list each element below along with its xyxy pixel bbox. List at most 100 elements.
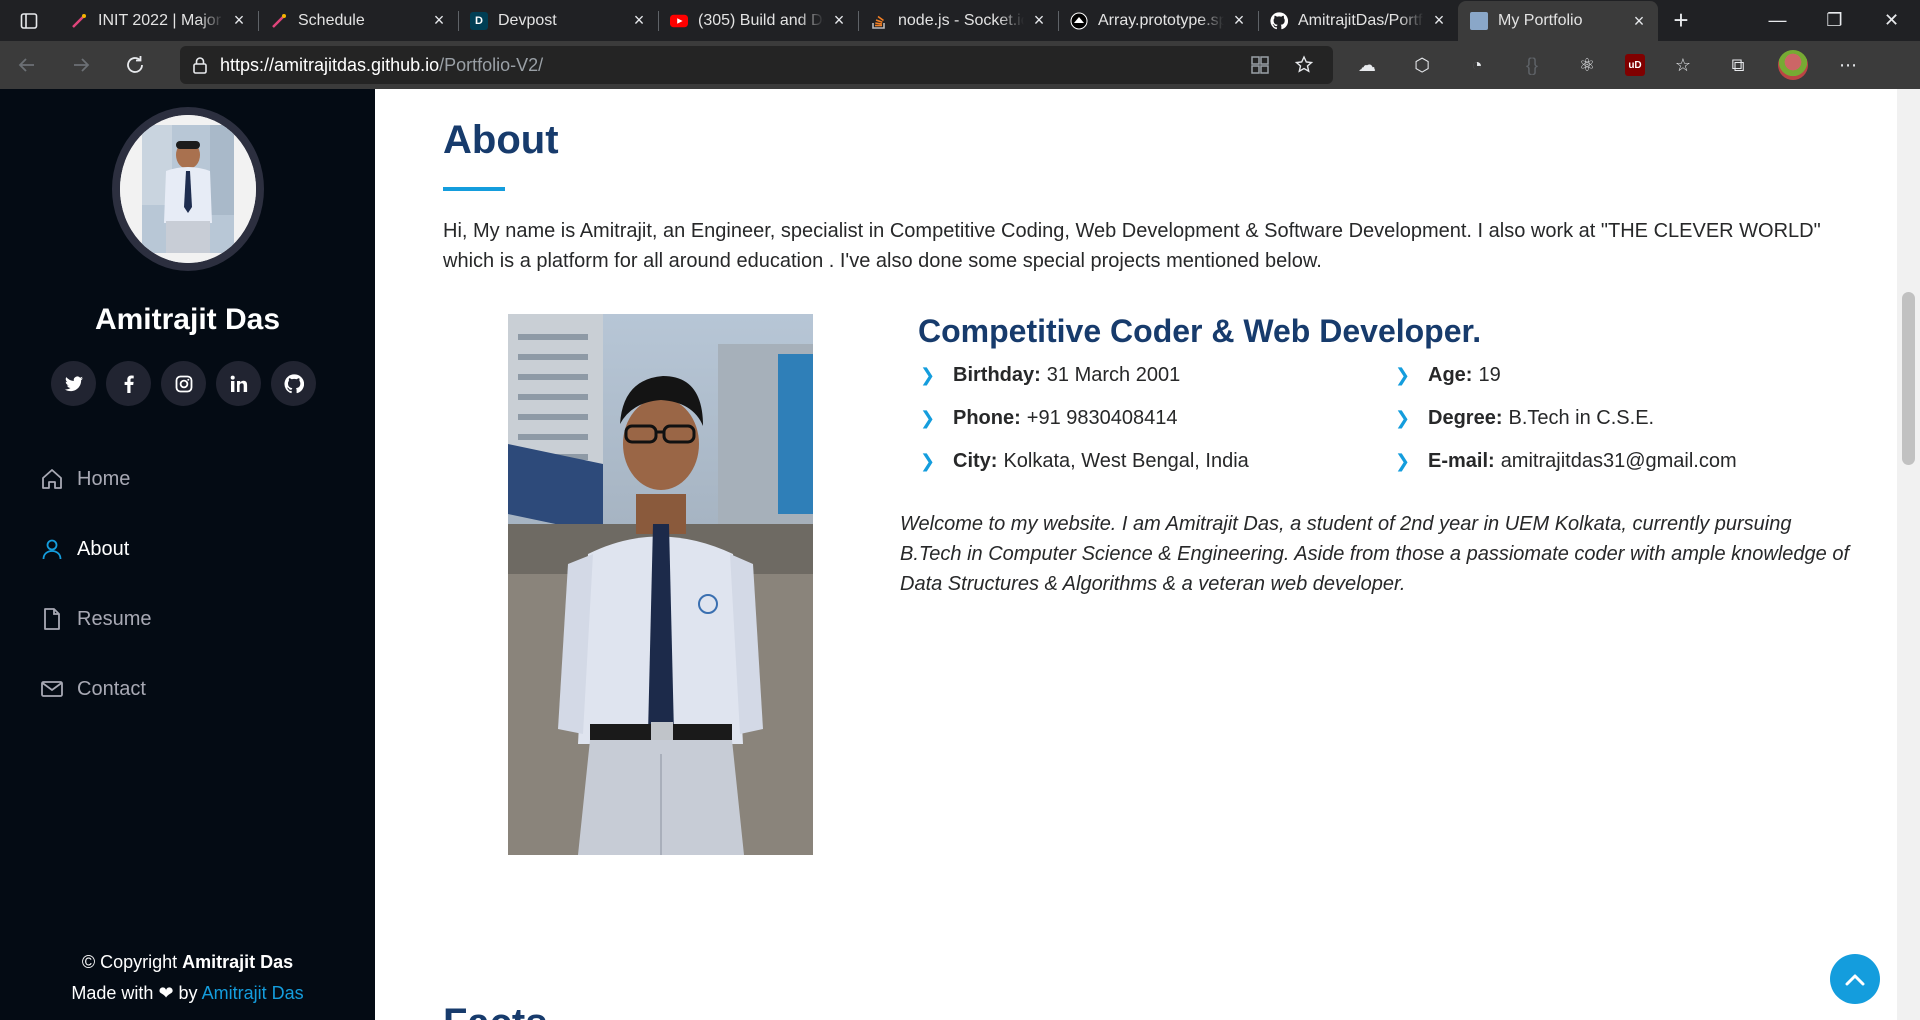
facebook-icon: [124, 374, 134, 393]
nav-item-home[interactable]: Home: [39, 444, 151, 514]
tab-youtube[interactable]: (305) Build and De ×: [658, 0, 858, 41]
lock-icon[interactable]: [180, 56, 220, 74]
youtube-icon: [670, 12, 688, 30]
close-window-icon[interactable]: ✕: [1863, 0, 1920, 41]
facebook-link[interactable]: [106, 361, 151, 406]
fact-city: ❯ City: Kolkata, West Bengal, India: [920, 449, 1249, 472]
chevron-right-icon: ❯: [920, 364, 936, 385]
app-available-icon[interactable]: [1243, 48, 1277, 82]
tab-devpost[interactable]: D Devpost ×: [458, 0, 658, 41]
chevron-right-icon: ❯: [1395, 364, 1411, 385]
address-bar[interactable]: https://amitrajitdas.github.io/Portfolio…: [180, 46, 1333, 84]
sidebar-footer: © Copyright Amitrajit Das Made with ❤ by…: [0, 947, 375, 1009]
social-links: [51, 361, 316, 406]
chevron-right-icon: ❯: [920, 450, 936, 471]
braces-extension-icon[interactable]: {}: [1515, 48, 1549, 82]
profile-photo: [112, 107, 264, 271]
nav-item-resume[interactable]: Resume: [39, 584, 151, 654]
close-tab-icon[interactable]: ×: [830, 10, 848, 31]
refresh-button[interactable]: [108, 41, 162, 89]
user-icon: [39, 536, 65, 562]
collections-icon[interactable]: ⧉: [1721, 48, 1755, 82]
favorites-icon[interactable]: ☆: [1666, 48, 1700, 82]
back-button[interactable]: [0, 41, 54, 89]
wand-icon: [70, 12, 88, 30]
tab-schedule[interactable]: Schedule ×: [258, 0, 458, 41]
fact-degree: ❯ Degree: B.Tech in C.S.E.: [1395, 406, 1655, 429]
profile-avatar[interactable]: [1776, 48, 1810, 82]
sidebar: Amitrajit Das Home About Resume Contact …: [0, 89, 375, 1020]
add-favorite-icon[interactable]: [1287, 48, 1321, 82]
next-section-title: Facts: [443, 1001, 548, 1020]
chevron-right-icon: ❯: [1395, 450, 1411, 471]
close-tab-icon[interactable]: ×: [430, 10, 448, 31]
new-tab-button[interactable]: +: [1658, 0, 1704, 41]
stackoverflow-icon: [870, 12, 888, 30]
page-viewport: Amitrajit Das Home About Resume Contact …: [0, 89, 1920, 1020]
tab-actions-icon[interactable]: [0, 0, 58, 41]
fact-phone: ❯ Phone: +91 9830408414: [920, 406, 1178, 429]
instagram-icon: [175, 375, 192, 392]
credits-line: Made with ❤ by Amitrajit Das: [71, 983, 304, 1003]
more-icon[interactable]: ⋯: [1831, 48, 1865, 82]
fact-birthday: ❯ Birthday: 31 March 2001: [920, 363, 1181, 386]
close-tab-icon[interactable]: ×: [630, 10, 648, 31]
tab-stackoverflow[interactable]: node.js - Socket.io ×: [858, 0, 1058, 41]
close-tab-icon[interactable]: ×: [1230, 10, 1248, 31]
welcome-text: Welcome to my website. I am Amitrajit Da…: [900, 513, 1850, 595]
close-tab-icon[interactable]: ×: [230, 10, 248, 31]
chevron-right-icon: ❯: [920, 407, 936, 428]
author-link[interactable]: Amitrajit Das: [202, 983, 304, 1003]
chevron-right-icon: ❯: [1395, 407, 1411, 428]
role-title: Competitive Coder & Web Developer.: [918, 313, 1482, 349]
github-icon: [1270, 11, 1288, 30]
wand-icon: [270, 12, 288, 30]
restore-icon[interactable]: ❐: [1806, 0, 1863, 41]
cube-extension-icon[interactable]: ⬡: [1405, 48, 1439, 82]
page-scrollbar[interactable]: [1897, 89, 1920, 1020]
twitter-link[interactable]: [51, 361, 96, 406]
ublock-icon[interactable]: uD: [1625, 54, 1645, 76]
github-link[interactable]: [271, 361, 316, 406]
fact-age: ❯ Age: 19: [1395, 363, 1501, 386]
linkedin-icon: [230, 375, 247, 392]
forward-button[interactable]: [54, 41, 108, 89]
twitter-icon: [64, 375, 83, 391]
section-title: About: [443, 118, 559, 162]
scrollbar-thumb[interactable]: [1902, 292, 1915, 465]
copyright-line: © Copyright Amitrajit Das: [81, 952, 294, 972]
minimize-icon[interactable]: —: [1749, 0, 1806, 41]
cloud-extension-icon[interactable]: ☁: [1350, 48, 1384, 82]
profile-name: Amitrajit Das: [94, 303, 281, 336]
close-tab-icon[interactable]: ×: [1430, 10, 1448, 31]
devpost-icon: D: [470, 11, 488, 30]
nav-item-about[interactable]: About: [39, 514, 151, 584]
tab-my-portfolio[interactable]: My Portfolio ×: [1458, 1, 1658, 41]
react-extension-icon[interactable]: ⚛: [1570, 48, 1604, 82]
sidebar-nav: Home About Resume Contact: [39, 444, 151, 724]
heart-icon: ❤: [158, 983, 174, 1003]
title-underline: [443, 187, 505, 191]
extensions-area: ☁ ⬡ ◔ {} ⚛ uD ☆ ⧉ ⋯: [1350, 48, 1865, 82]
instagram-link[interactable]: [161, 361, 206, 406]
tab-mdn[interactable]: Array.prototype.sp ×: [1058, 0, 1258, 41]
github-icon: [283, 373, 304, 393]
nav-item-contact[interactable]: Contact: [39, 654, 151, 724]
close-tab-icon[interactable]: ×: [1030, 10, 1048, 31]
close-tab-icon[interactable]: ×: [1630, 11, 1648, 32]
main-content: About Hi, My name is Amitrajit, an Engin…: [375, 89, 1897, 1020]
url-text: https://amitrajitdas.github.io/Portfolio…: [220, 54, 544, 75]
clock-extension-icon[interactable]: ◔: [1460, 48, 1494, 82]
tab-strip: INIT 2022 | Major × Schedule × D Devpost…: [0, 0, 1920, 41]
file-icon: [39, 606, 65, 632]
tab-github[interactable]: AmitrajitDas/Portf ×: [1258, 0, 1458, 41]
browser-toolbar: https://amitrajitdas.github.io/Portfolio…: [0, 41, 1920, 89]
home-icon: [39, 466, 65, 492]
tab-init-2022[interactable]: INIT 2022 | Major ×: [58, 0, 258, 41]
chevron-up-icon: [1845, 974, 1865, 986]
linkedin-link[interactable]: [216, 361, 261, 406]
portfolio-icon: [1470, 12, 1488, 30]
about-photo: [508, 314, 813, 855]
back-to-top-button[interactable]: [1830, 954, 1880, 1004]
fact-email: ❯ E-mail: amitrajitdas31@gmail.com: [1395, 449, 1737, 472]
